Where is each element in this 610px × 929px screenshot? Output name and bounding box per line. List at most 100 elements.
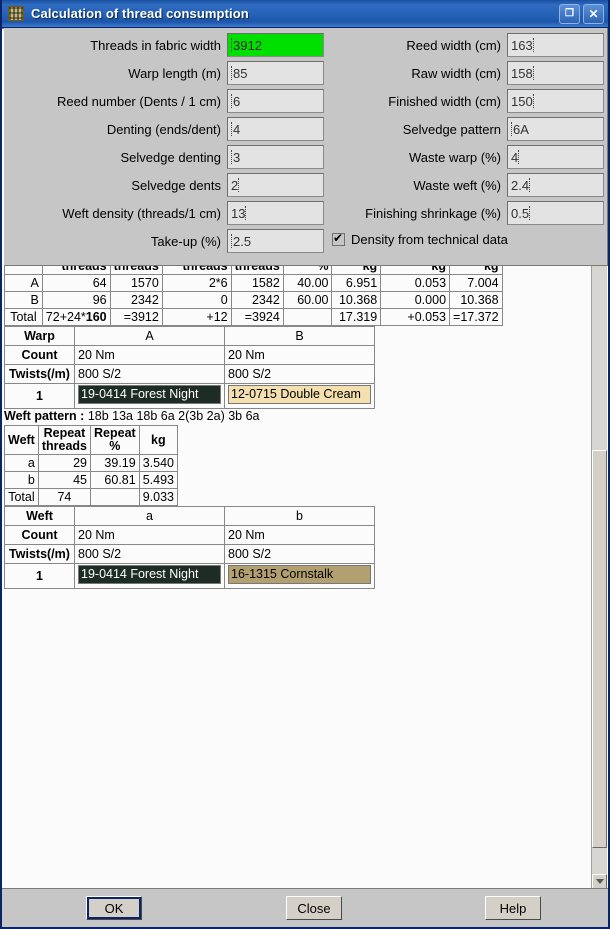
- finished-width-input[interactable]: 150: [507, 89, 604, 113]
- field-weft-density: Weft density (threads/1 cm) 13: [4, 200, 326, 226]
- warp-yarn-twists: 800 S/2: [74, 364, 225, 385]
- field-value: 158: [511, 65, 533, 81]
- weft-color-swatch: 19-0414 Forest Night: [78, 565, 221, 585]
- field-waste-warp: Waste warp (%) 4: [326, 144, 608, 170]
- field-selvedge-denting: Selvedge denting 3: [4, 144, 326, 170]
- weft-cell: 60.81: [90, 471, 140, 490]
- field-label: Waste weft (%): [413, 177, 501, 193]
- field-value: 6: [233, 93, 241, 109]
- waste-weft-input[interactable]: 2.4: [507, 173, 604, 197]
- application-window: Calculation of thread consumption ❐ ✕ Fi…: [0, 0, 610, 929]
- warp-color-cell[interactable]: 12-0715 Double Cream: [224, 383, 375, 410]
- field-value: 2.5: [233, 233, 252, 249]
- warp-total-cell: 72+24*160: [41, 308, 111, 327]
- table-row: Count 20 Nm 20 Nm: [4, 345, 375, 366]
- weft-pattern-value: 18b 13a 18b 6a 2(3b 2a) 3b 6a: [87, 409, 260, 424]
- density-from-technical-data-checkbox[interactable]: Density from technical data: [326, 231, 608, 247]
- reed-width-input[interactable]: 163: [507, 33, 604, 57]
- warp-cell: 60.00: [282, 291, 333, 310]
- dialog-button-bar: OK Close Help: [2, 888, 608, 927]
- warp-cell: 7.004: [449, 274, 503, 293]
- field-value: 3912: [233, 37, 262, 53]
- warp-yarn-table: Warp A B Count 20 Nm 20 Nm Twists(/m) 80…: [4, 326, 375, 410]
- weft-cell: 3.540: [138, 454, 178, 473]
- field-value: 13: [231, 205, 246, 221]
- weft-yarn-row-label: Weft: [4, 506, 75, 527]
- table-row: 1 19-0414 Forest Night 16-1315 Cornstalk: [4, 563, 375, 590]
- warp-length-input[interactable]: 85: [227, 61, 324, 85]
- table-row: B 96 2342 0 2342 60.00 10.368 0.000 10.3…: [4, 291, 503, 310]
- field-value: 2.4: [511, 177, 530, 193]
- field-value: 6A: [513, 121, 529, 137]
- title-bar: Calculation of thread consumption ❐ ✕: [2, 0, 608, 28]
- field-selvedge-pattern: Selvedge pattern 6A: [326, 116, 608, 142]
- weft-pattern-label: Weft pattern :: [4, 409, 85, 424]
- weft-cell: 5.493: [138, 471, 178, 490]
- field-value: 4: [511, 149, 519, 165]
- close-button[interactable]: ✕: [583, 3, 604, 24]
- warp-cell: 96: [41, 291, 111, 310]
- field-denting: Denting (ends/dent) 4: [4, 116, 326, 142]
- reed-number-input[interactable]: 6: [227, 89, 324, 113]
- weft-yarn-twists: 800 S/2: [224, 544, 375, 565]
- warp-cell: B: [4, 291, 43, 310]
- warp-cell: A: [4, 274, 43, 293]
- scroll-down-button[interactable]: [592, 874, 607, 889]
- weft-yarn-table: Weft a b Count 20 Nm 20 Nm Twists(/m) 80…: [4, 506, 375, 590]
- field-label: Selvedge dents: [131, 177, 221, 193]
- raw-width-input[interactable]: 158: [507, 61, 604, 85]
- weft-cell: b: [4, 471, 39, 490]
- field-finishing-shrinkage: Finishing shrinkage (%) 0.5: [326, 200, 608, 226]
- warp-total-cell: =17.372: [449, 308, 503, 327]
- field-waste-weft: Waste weft (%) 2.4: [326, 172, 608, 198]
- field-value: 150: [511, 93, 533, 109]
- warp-total-cell: [282, 308, 333, 327]
- field-label: Selvedge denting: [120, 149, 221, 165]
- help-button[interactable]: Help: [485, 896, 541, 920]
- selvedge-pattern-input[interactable]: 6A: [507, 117, 604, 141]
- finishing-shrinkage-input[interactable]: 0.5: [507, 201, 604, 225]
- weft-summary-table: Weft Repeatthreads Repeat% kg a 29 39.1: [4, 425, 178, 507]
- ok-button[interactable]: OK: [86, 896, 142, 920]
- warp-color-cell[interactable]: 19-0414 Forest Night: [74, 383, 225, 410]
- table-row: 1 19-0414 Forest Night 12-0715 Double Cr…: [4, 383, 375, 410]
- field-reed-number: Reed number (Dents / 1 cm) 6: [4, 88, 326, 114]
- weft-color-cell[interactable]: 19-0414 Forest Night: [74, 563, 225, 590]
- warp-cell: 2342: [230, 291, 284, 310]
- weft-cell: a: [4, 454, 39, 473]
- weft-yarn-twists: 800 S/2: [74, 544, 225, 565]
- warp-total-cell: =3912: [109, 308, 163, 327]
- field-value: 85: [233, 65, 248, 81]
- field-reed-width: Reed width (cm) 163: [326, 32, 608, 58]
- table-total-row: Total 72+24*160 =3912 +12 =3924 17.319 +…: [4, 308, 503, 327]
- warp-total-cell: 17.319: [331, 308, 382, 327]
- threads-in-fabric-width-input[interactable]: 3912: [227, 33, 324, 57]
- warp-cell: 1570: [109, 274, 163, 293]
- field-label: Finished width (cm): [388, 93, 501, 109]
- weft-yarn-column-name: b: [224, 506, 375, 527]
- field-label: Threads in fabric width: [90, 37, 221, 53]
- weft-density-input[interactable]: 13: [227, 201, 324, 225]
- weft-yarn-row-label: Count: [4, 525, 75, 546]
- selvedge-denting-input[interactable]: 3: [227, 145, 324, 169]
- weft-total-cell: [90, 488, 140, 507]
- warp-cell: 0.000: [380, 291, 451, 310]
- close-dialog-button[interactable]: Close: [286, 896, 342, 920]
- selvedge-dents-input[interactable]: 2: [227, 173, 324, 197]
- take-up-input[interactable]: 2.5: [227, 229, 324, 253]
- weft-total-label: Total: [4, 488, 39, 507]
- warp-yarn-count: 20 Nm: [224, 345, 375, 366]
- warp-yarn-count: 20 Nm: [74, 345, 225, 366]
- field-finished-width: Finished width (cm) 150: [326, 88, 608, 114]
- weft-color-cell[interactable]: 16-1315 Cornstalk: [224, 563, 375, 590]
- scrollbar-thumb[interactable]: [592, 450, 607, 848]
- table-header-row: Weft Repeat threads Repeat% kg: [4, 425, 178, 456]
- field-label: Waste warp (%): [409, 149, 501, 165]
- field-label: Reed number (Dents / 1 cm): [56, 93, 221, 109]
- field-label: Denting (ends/dent): [106, 121, 221, 137]
- maximize-icon: ❐: [565, 7, 574, 19]
- maximize-button[interactable]: ❐: [559, 3, 580, 24]
- warp-yarn-row-label: Count: [4, 345, 75, 366]
- waste-warp-input[interactable]: 4: [507, 145, 604, 169]
- denting-input[interactable]: 4: [227, 117, 324, 141]
